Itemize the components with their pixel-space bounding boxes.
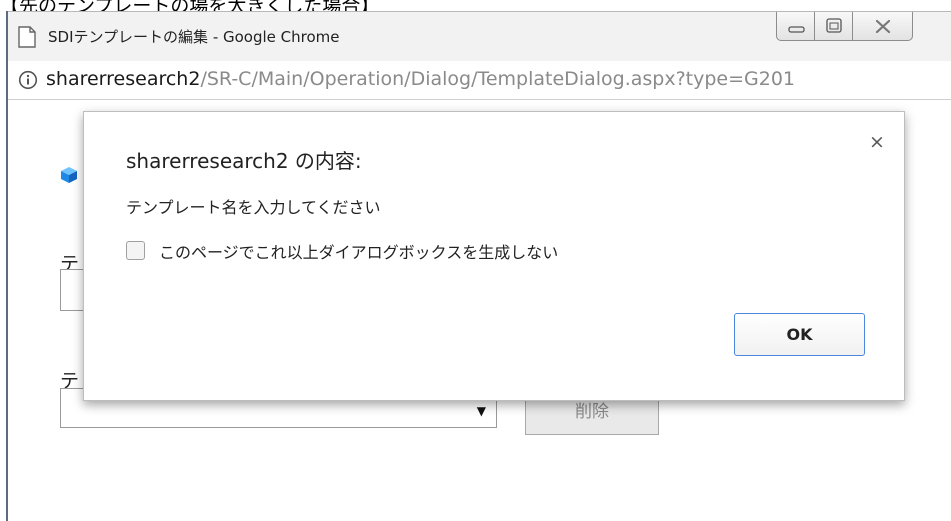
maximize-button[interactable]	[815, 12, 853, 41]
url-path: /SR-C/Main/Operation/Dialog/TemplateDial…	[200, 68, 796, 90]
title-bar: SDIテンプレートの編集 - Google Chrome	[8, 11, 951, 62]
close-window-button[interactable]	[853, 12, 913, 41]
alert-dialog: sharerresearch2 の内容: × テンプレート名を入力してください …	[83, 111, 905, 401]
suppress-dialogs-label[interactable]: このページでこれ以上ダイアログボックスを生成しない	[159, 239, 558, 263]
window-title: SDIテンプレートの編集 - Google Chrome	[48, 28, 340, 46]
minimize-icon	[788, 26, 805, 33]
address-bar[interactable]: sharerresearch2/SR-C/Main/Operation/Dial…	[8, 61, 951, 100]
ok-button[interactable]: OK	[734, 313, 865, 356]
cube-icon	[61, 167, 77, 183]
page-caption: 【先のテンプレートの場を大きくした場合】	[0, 0, 380, 17]
url-host: sharerresearch2	[46, 68, 201, 90]
suppress-dialogs-checkbox[interactable]	[126, 241, 145, 260]
page-icon	[18, 26, 36, 48]
close-icon	[875, 19, 891, 34]
minimize-button[interactable]	[776, 12, 815, 41]
url-text[interactable]: sharerresearch2/SR-C/Main/Operation/Dial…	[46, 68, 795, 90]
dialog-close-icon[interactable]: ×	[867, 132, 887, 152]
maximize-icon	[826, 18, 842, 33]
dropdown-arrow-icon: ▼	[476, 404, 486, 418]
browser-window: SDIテンプレートの編集 - Google Chrome sharerresea…	[6, 11, 951, 521]
dialog-title: sharerresearch2 の内容:	[126, 149, 362, 173]
dialog-message: テンプレート名を入力してください	[126, 198, 381, 217]
info-icon[interactable]	[18, 70, 38, 90]
